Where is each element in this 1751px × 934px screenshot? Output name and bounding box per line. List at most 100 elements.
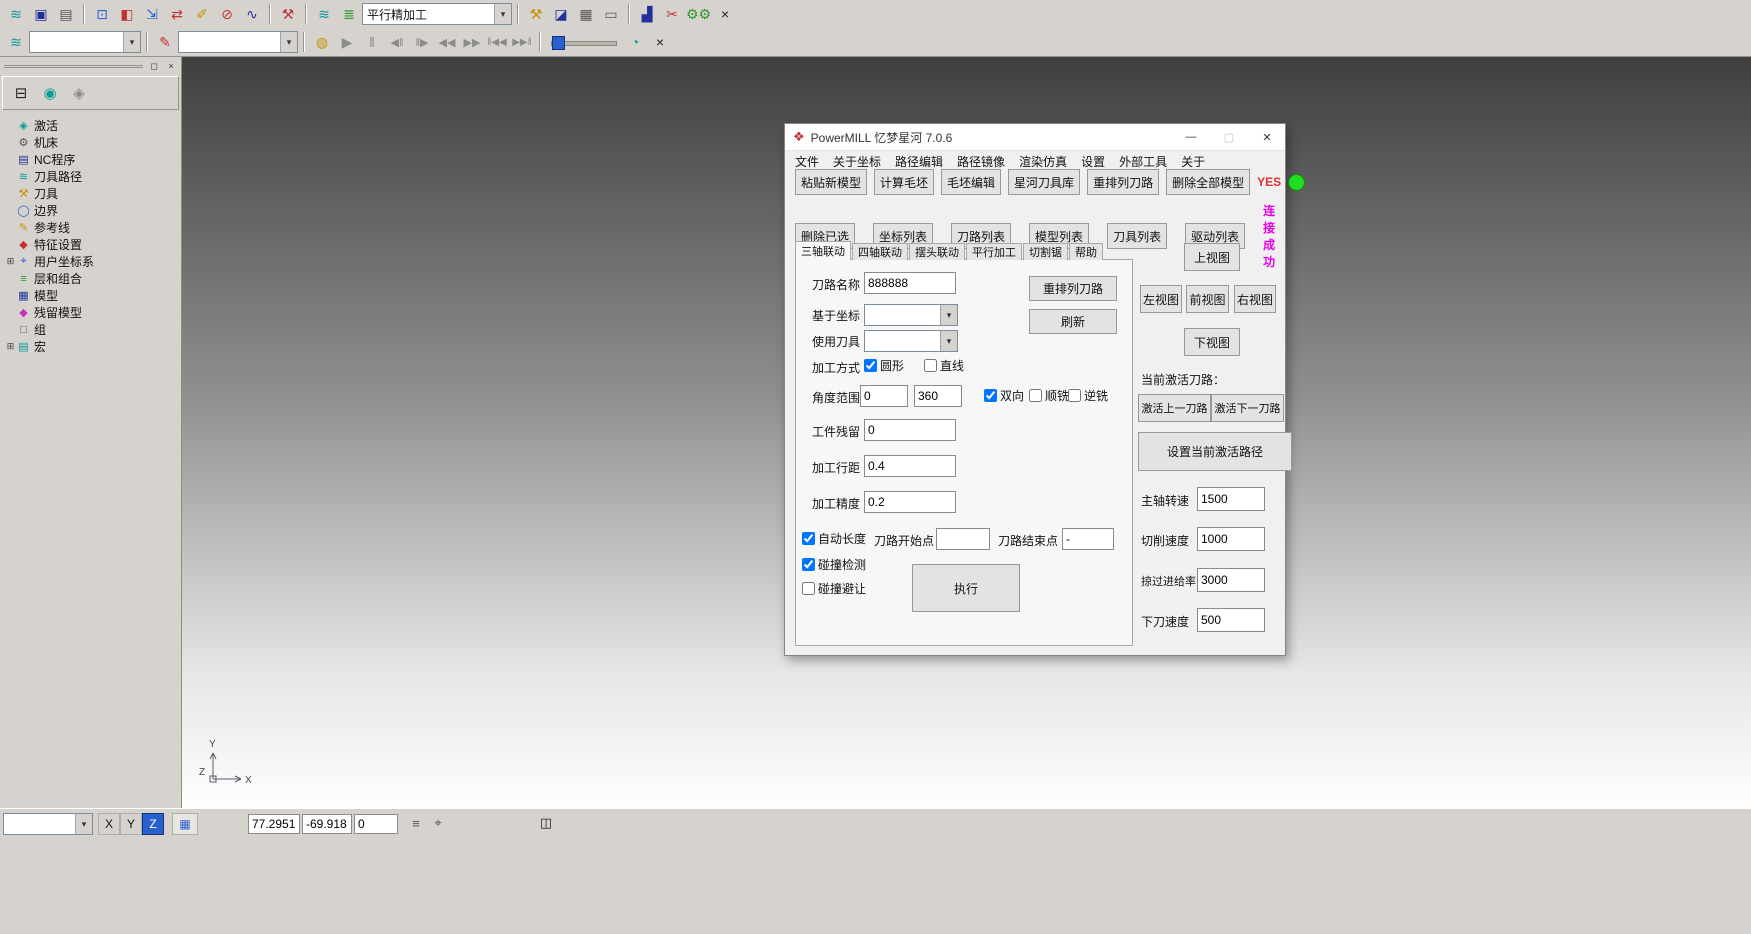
tab-4axis[interactable]: 四轴联动 xyxy=(852,243,908,260)
tree-item-boundaries[interactable]: ◯边界 xyxy=(2,202,179,219)
close-button[interactable]: ✕ xyxy=(1251,125,1283,149)
speed-clock-icon[interactable]: ◔ xyxy=(623,31,647,53)
tab-parallel[interactable]: 平行加工 xyxy=(966,243,1022,260)
measure-icon[interactable]: ▭ xyxy=(599,3,623,25)
go-start-icon[interactable]: ‖◀◀ xyxy=(485,31,509,53)
tab-swivel-head[interactable]: 摆头联动 xyxy=(909,243,965,260)
angle-start-input[interactable] xyxy=(860,385,908,407)
paste-new-model-button[interactable]: 粘贴新模型 xyxy=(795,169,867,195)
tree-item-tools[interactable]: ⚒刀具 xyxy=(2,185,179,202)
collision-check-checkbox[interactable]: 碰撞检测 xyxy=(802,556,866,573)
tree-item-stock-models[interactable]: ◆残留模型 xyxy=(2,304,179,321)
execute-button[interactable]: 执行 xyxy=(912,564,1020,612)
bidirectional-checkbox[interactable]: 双向 xyxy=(984,387,1024,404)
pause-icon[interactable]: ‖ xyxy=(360,31,384,53)
lock-icon[interactable]: ◈ xyxy=(67,81,91,105)
skim-feed-input[interactable] xyxy=(1197,568,1265,592)
tree-item-machine[interactable]: ⚙机床 xyxy=(2,134,179,151)
view-top-button[interactable]: 上视图 xyxy=(1184,243,1240,271)
panel-float-icon[interactable]: ◻ xyxy=(148,61,160,72)
menu-about-coords[interactable]: 关于坐标 xyxy=(826,153,888,170)
rearrange-toolpaths-button[interactable]: 重排列刀路 xyxy=(1087,169,1159,195)
coord-x-input[interactable] xyxy=(248,814,300,834)
print-icon[interactable]: ▤ xyxy=(54,3,78,25)
conventional-checkbox-input[interactable] xyxy=(1068,389,1081,402)
view-front-button[interactable]: 前视图 xyxy=(1186,285,1229,313)
expand-icon[interactable]: ⊞ xyxy=(5,341,16,352)
fast-forward-icon[interactable]: ▶▶ xyxy=(460,31,484,53)
menu-external-tools[interactable]: 外部工具 xyxy=(1112,153,1174,170)
mirror-toolpath-icon[interactable]: ⇄ xyxy=(165,3,189,25)
hierarchy-icon[interactable]: ⊟ xyxy=(9,81,33,105)
light-bulb-icon[interactable]: ◍ xyxy=(310,31,334,53)
menu-file[interactable]: 文件 xyxy=(788,153,826,170)
play-icon[interactable]: ▶ xyxy=(335,31,359,53)
use-tool-select[interactable]: ▾ xyxy=(864,330,958,352)
tool-list-button[interactable]: 刀具列表 xyxy=(1107,223,1167,249)
tree-item-toolpaths[interactable]: ≋刀具路径 xyxy=(2,168,179,185)
line-checkbox-input[interactable] xyxy=(924,359,937,372)
tab-help[interactable]: 帮助 xyxy=(1069,243,1103,260)
tool-wizard-icon[interactable]: ⚒ xyxy=(524,3,548,25)
dialog-titlebar[interactable]: ❖ PowerMILL 忆梦星河 7.0.6 — ▢ ✕ xyxy=(785,124,1285,151)
tab-3axis[interactable]: 三轴联动 xyxy=(795,241,851,260)
panel-header[interactable]: ◻ × xyxy=(0,56,181,74)
spindle-speed-input[interactable] xyxy=(1197,487,1265,511)
edit-toolpath-icon[interactable]: ✐ xyxy=(190,3,214,25)
angle-end-input[interactable] xyxy=(914,385,962,407)
nc-program-dropdown[interactable]: ▾ xyxy=(29,31,141,53)
calculator-icon[interactable]: ▦ xyxy=(574,3,598,25)
tolerance-input[interactable] xyxy=(864,491,956,513)
stock-edit-button[interactable]: 毛坯编辑 xyxy=(941,169,1001,195)
panel-drag-grip[interactable] xyxy=(4,65,143,68)
go-end-icon[interactable]: ▶▶‖ xyxy=(510,31,534,53)
auto-length-checkbox[interactable]: 自动长度 xyxy=(802,530,866,547)
tree-item-nc-programs[interactable]: ▤NC程序 xyxy=(2,151,179,168)
toolpath-dropdown[interactable]: ▾ xyxy=(178,31,298,53)
levels-icon[interactable]: ≋ xyxy=(312,3,336,25)
strategy-list-icon[interactable]: ≣ xyxy=(337,3,361,25)
minimize-button[interactable]: — xyxy=(1175,125,1207,149)
tree-item-workplanes[interactable]: ⊞⌖用户坐标系 xyxy=(2,253,179,270)
step-back-icon[interactable]: ◀‖ xyxy=(385,31,409,53)
tree-item-feature-sets[interactable]: ◆特征设置 xyxy=(2,236,179,253)
tree-item-macros[interactable]: ⊞▤宏 xyxy=(2,338,179,355)
base-coord-select[interactable]: ▾ xyxy=(864,304,958,326)
coord-z-input[interactable] xyxy=(354,814,398,834)
tree-item-levels[interactable]: ≡层和组合 xyxy=(2,270,179,287)
axis-z-button[interactable]: Z xyxy=(142,813,164,835)
conventional-checkbox[interactable]: 逆铣 xyxy=(1068,387,1108,404)
globe-icon[interactable]: ◉ xyxy=(38,81,62,105)
rewind-icon[interactable]: ◀◀ xyxy=(435,31,459,53)
panel-close-icon[interactable]: × xyxy=(165,61,177,71)
limit-boundary-icon[interactable]: ⊘ xyxy=(215,3,239,25)
calc-stock-button[interactable]: 计算毛坯 xyxy=(874,169,934,195)
activate-next-button[interactable]: 激活下一刀路 xyxy=(1211,394,1284,422)
status-dropdown[interactable]: ▾ xyxy=(3,813,93,835)
toolpath-draw-icon[interactable]: ✎ xyxy=(153,31,177,53)
collision-avoid-checkbox-input[interactable] xyxy=(802,582,815,595)
levels-icon[interactable]: ≋ xyxy=(4,31,28,53)
new-model-icon[interactable]: ▣ xyxy=(29,3,53,25)
stock-input[interactable] xyxy=(864,419,956,441)
shade-view-icon[interactable]: ◪ xyxy=(549,3,573,25)
pointer-icon[interactable]: ⌖ xyxy=(428,813,448,833)
grid-icon[interactable]: ▦ xyxy=(172,813,198,835)
step-forward-icon[interactable]: ‖▶ xyxy=(410,31,434,53)
dual-view-icon[interactable]: ◫ xyxy=(536,813,556,833)
axis-x-button[interactable]: X xyxy=(98,813,120,835)
activate-prev-button[interactable]: 激活上一刀路 xyxy=(1138,394,1211,422)
macro-gears-icon[interactable]: ⚙⚙ xyxy=(685,3,712,25)
tree-item-groups[interactable]: □组 xyxy=(2,321,179,338)
slider-handle[interactable] xyxy=(552,36,565,50)
powermill-layers-icon[interactable]: ≋ xyxy=(4,3,28,25)
auto-length-checkbox-input[interactable] xyxy=(802,532,815,545)
maximize-button[interactable]: ▢ xyxy=(1213,125,1245,149)
transform-model-icon[interactable]: ⇲ xyxy=(140,3,164,25)
feeds-speeds-icon[interactable]: ∿ xyxy=(240,3,264,25)
bidirectional-checkbox-input[interactable] xyxy=(984,389,997,402)
paste-model-icon[interactable]: ⊡ xyxy=(90,3,114,25)
collision-avoid-checkbox[interactable]: 碰撞避让 xyxy=(802,580,866,597)
cutting-speed-input[interactable] xyxy=(1197,527,1265,551)
chart-icon[interactable]: ▟ xyxy=(635,3,659,25)
